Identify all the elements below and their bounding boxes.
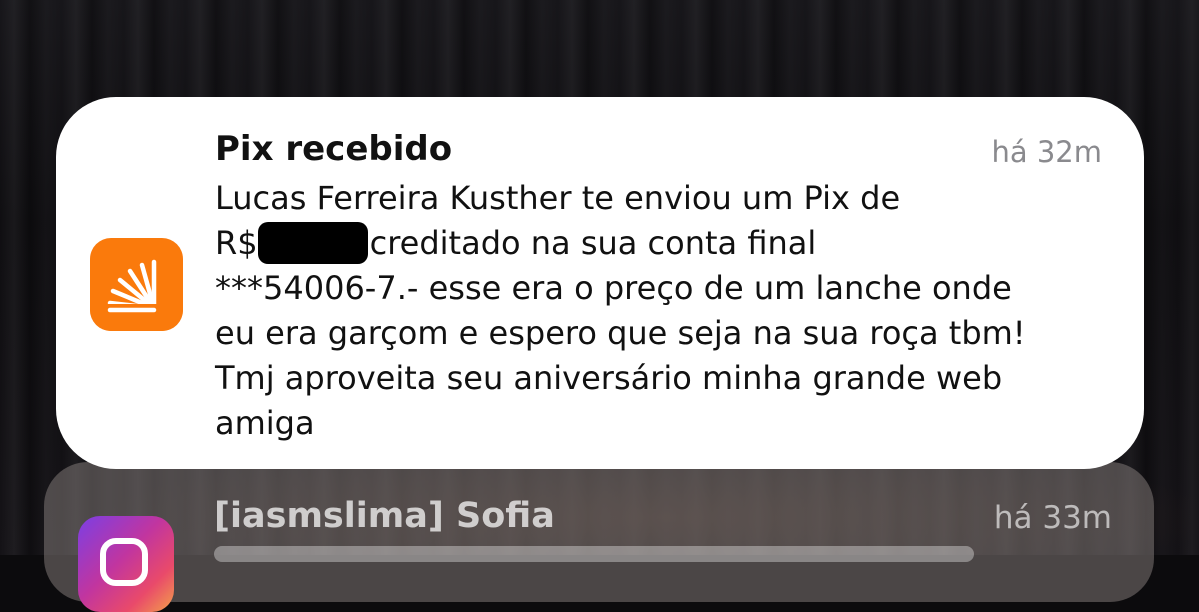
notification-instagram[interactable]: [iasmslima] Sofia há 33m (44, 462, 1154, 612)
redacted-amount (257, 222, 368, 264)
body-line: Lucas Ferreira Kusther te enviou um Pix … (215, 179, 901, 217)
body-line: ***54006-7.- esse era o preço de um lanc… (215, 269, 1012, 307)
notification-body: Lucas Ferreira Kusther te enviou um Pix … (215, 176, 1115, 446)
notification-title: Pix recebido (215, 129, 453, 169)
body-line: amiga (215, 404, 315, 442)
body-line: Tmj aproveita seu aniversário minha gran… (215, 359, 1003, 397)
notification-pix[interactable]: Pix recebido há 32m Lucas Ferreira Kusth… (56, 97, 1144, 469)
notification-time: há 32m (991, 135, 1102, 169)
body-line: eu era garçom e espero que seja na sua r… (215, 314, 1026, 352)
body-text: creditado na sua conta final (369, 224, 817, 262)
instagram-icon (78, 516, 174, 612)
notification-body-cut (214, 546, 974, 562)
notification-time: há 33m (993, 500, 1112, 536)
orange-sunburst-bank-icon (90, 238, 183, 331)
currency-symbol: R$ (215, 224, 258, 262)
body-line-amount: R$ creditado na sua conta final (215, 221, 1115, 266)
notification-title: [iasmslima] Sofia (214, 496, 555, 536)
